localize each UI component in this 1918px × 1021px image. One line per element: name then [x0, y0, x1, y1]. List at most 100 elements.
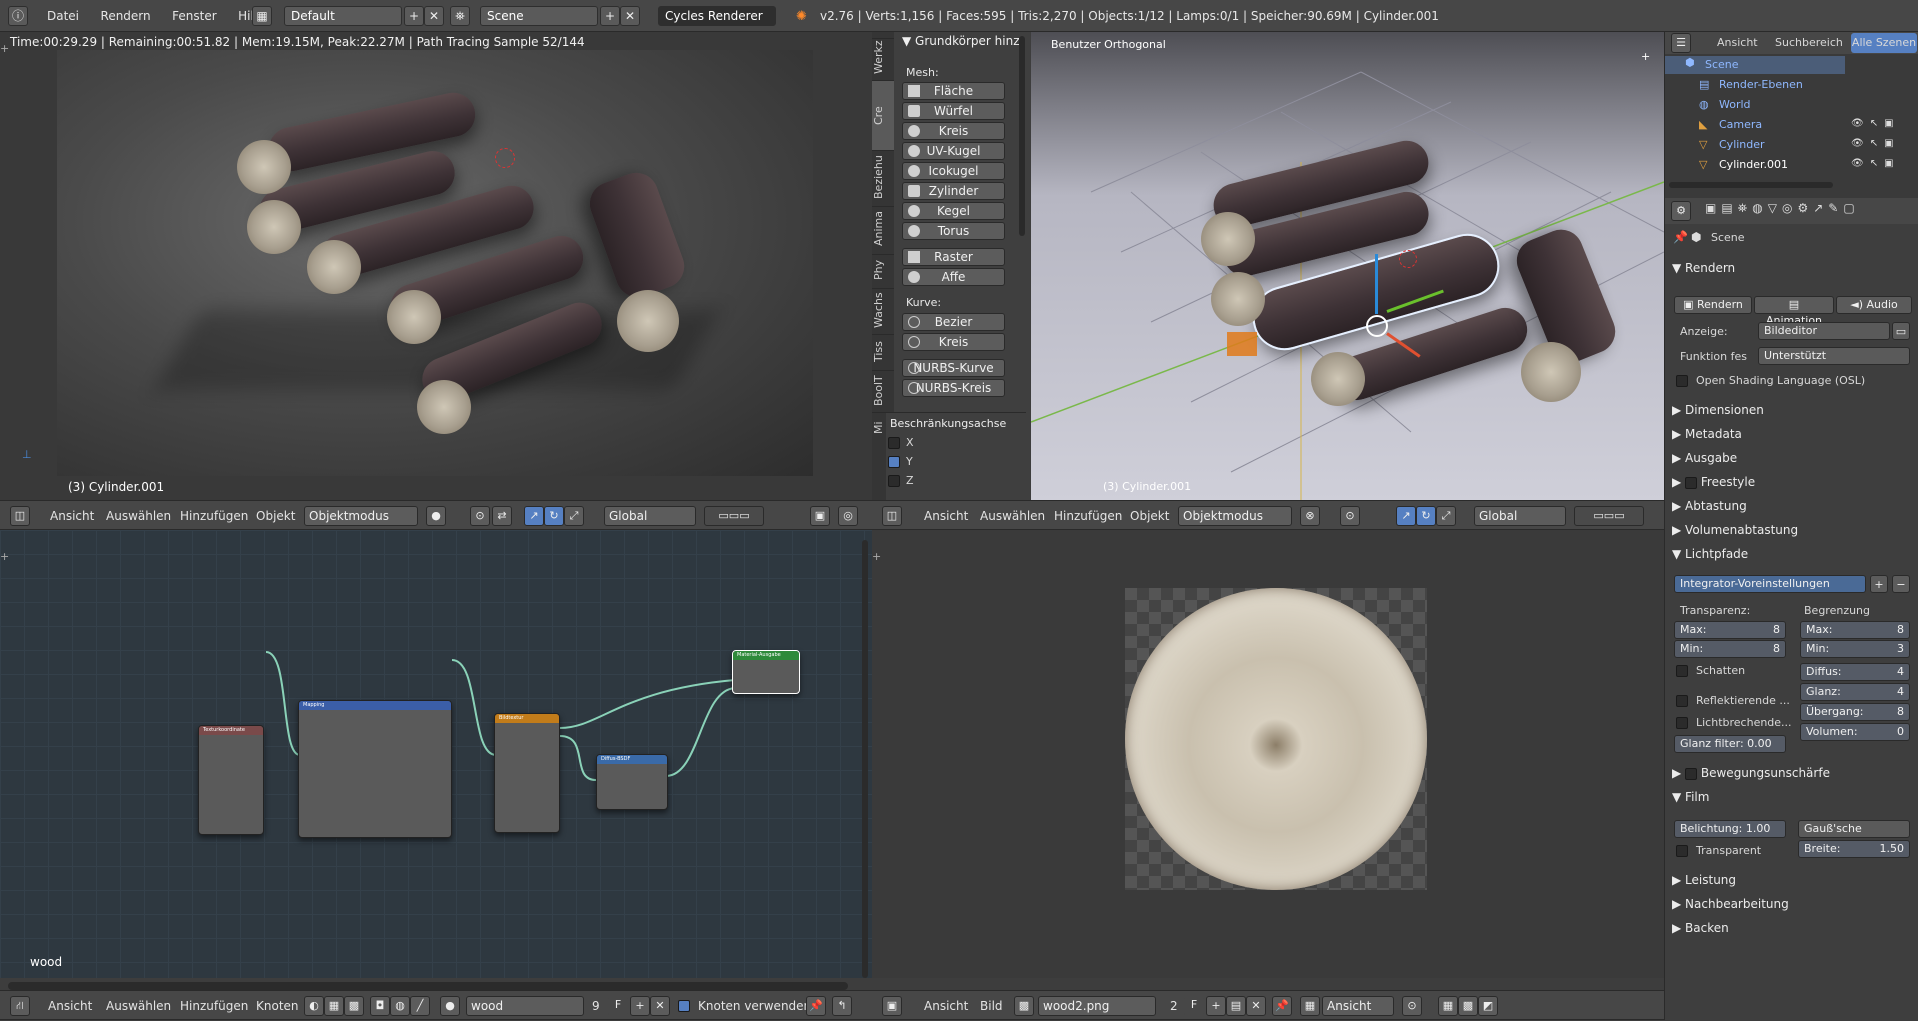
add-cylinder-button[interactable]: Zylinder: [902, 182, 1005, 200]
outliner-tab-alle-szenen[interactable]: Alle Szenen: [1851, 33, 1917, 53]
pin-icon[interactable]: 📌: [806, 996, 826, 1016]
section-metadata[interactable]: ▶ Metadata: [1672, 423, 1742, 445]
belichtung-field[interactable]: Belichtung: 1.00: [1674, 820, 1786, 838]
z-buffer-icon[interactable]: ◩: [1478, 996, 1498, 1016]
mode-select[interactable]: Objektmodus: [1178, 506, 1292, 526]
image-browse-icon[interactable]: ▩: [1014, 996, 1034, 1016]
add-nurbs-circle-button[interactable]: NURBS-Kreis: [902, 379, 1005, 397]
corner-plus-icon[interactable]: +: [0, 550, 9, 563]
add-nurbs-curve-button[interactable]: NURBS-Kurve: [902, 359, 1005, 377]
menu-rendern[interactable]: Rendern: [92, 0, 160, 32]
object-icon[interactable]: ◘: [370, 996, 390, 1016]
outliner-cylinder-label[interactable]: Cylinder: [1719, 138, 1765, 151]
tab-beziehung[interactable]: Beziehu: [872, 150, 894, 204]
volumen-field[interactable]: Volumen: 0: [1800, 723, 1910, 741]
lamp-icon[interactable]: [1227, 332, 1257, 356]
view-mode-select[interactable]: Ansicht: [1322, 996, 1394, 1016]
new-image-icon[interactable]: +: [1206, 996, 1226, 1016]
display-channels-icon[interactable]: ▦: [1438, 996, 1458, 1016]
menu-fenster[interactable]: Fenster: [163, 0, 226, 32]
editor-type-icon[interactable]: ◫: [882, 506, 902, 526]
pin-icon[interactable]: 📌: [1272, 996, 1292, 1016]
integrator-preset-select[interactable]: Integrator-Voreinstellungen: [1674, 575, 1866, 593]
breite-field[interactable]: Breite: 1.50: [1798, 840, 1910, 858]
world-icon[interactable]: ◍: [390, 996, 410, 1016]
scale-icon[interactable]: ⤢: [564, 506, 584, 526]
parent-icon[interactable]: ↰: [832, 996, 852, 1016]
node-material-output[interactable]: Material-Ausgabe: [732, 650, 800, 694]
lichtbrechende-checkbox[interactable]: [1676, 717, 1688, 729]
transparenz-max-field[interactable]: Max: 8: [1674, 621, 1786, 639]
tab-boolt[interactable]: BoolT: [872, 370, 894, 410]
3d-viewport[interactable]: Benutzer Orthogonal (3) Cylinder.001 +: [1031, 32, 1664, 500]
section-backen[interactable]: ▶ Backen: [1672, 917, 1729, 939]
menu-auswaehlen[interactable]: Auswählen: [980, 501, 1045, 531]
orientation-select[interactable]: Global: [1474, 506, 1566, 526]
begrenzung-min-field[interactable]: Min: 3: [1800, 640, 1910, 658]
add-bezier-button[interactable]: Bezier: [902, 313, 1005, 331]
pivot-icon[interactable]: ⊙: [1402, 996, 1422, 1016]
tab-tiss[interactable]: Tiss: [872, 334, 894, 368]
editor-type-icon[interactable]: ⛙: [10, 996, 30, 1016]
section-dimensionen[interactable]: ▶ Dimensionen: [1672, 399, 1764, 421]
menu-ansicht[interactable]: Ansicht: [924, 991, 968, 1021]
add-preset-icon[interactable]: +: [1870, 575, 1888, 593]
visibility-icons[interactable]: 👁↖▣: [1851, 158, 1900, 169]
section-volumenabtastung[interactable]: ▶ Volumenabtastung: [1672, 519, 1798, 541]
uebergang-field[interactable]: Übergang: 8: [1800, 703, 1910, 721]
menu-hinzufuegen[interactable]: Hinzufügen: [1054, 501, 1122, 531]
schatten-checkbox[interactable]: [1676, 665, 1688, 677]
orientation-select[interactable]: Global: [604, 506, 696, 526]
node-texture-coordinate[interactable]: Texturkoordinate: [198, 725, 264, 835]
use-nodes-checkbox[interactable]: [678, 1000, 690, 1012]
corner-plus-icon[interactable]: +: [1641, 50, 1650, 63]
outliner-renderlayers-label[interactable]: Render-Ebenen: [1719, 78, 1803, 91]
shading-icon[interactable]: ●: [426, 506, 446, 526]
texture-icon[interactable]: ▦: [324, 996, 344, 1016]
section-ausgabe[interactable]: ▶ Ausgabe: [1672, 447, 1737, 469]
editor-type-icon[interactable]: ☰: [1671, 33, 1691, 53]
add-cone-button[interactable]: Kegel: [902, 202, 1005, 220]
linestyle-icon[interactable]: ╱: [410, 996, 430, 1016]
glanz-filter-field[interactable]: Glanz filter: 0.00: [1674, 735, 1786, 753]
diffus-field[interactable]: Diffus: 4: [1800, 663, 1910, 681]
section-film[interactable]: ▼ Film: [1672, 786, 1709, 808]
add-icosphere-button[interactable]: Icokugel: [902, 162, 1005, 180]
render-engine-select[interactable]: Cycles Renderer: [658, 6, 776, 26]
layers-icon[interactable]: ▭▭▭: [1574, 506, 1644, 526]
fake-user-button[interactable]: F: [608, 996, 628, 1016]
tool-scrollbar[interactable]: [1019, 36, 1025, 236]
funktion-select[interactable]: Unterstützt: [1758, 347, 1910, 365]
outliner-tab-ansicht[interactable]: Ansicht: [1717, 36, 1758, 49]
manipulator-icon[interactable]: ⇄: [492, 506, 512, 526]
add-curve-circle-button[interactable]: Kreis: [902, 333, 1005, 351]
editor-type-icon[interactable]: ⚙: [1671, 201, 1691, 221]
outliner-world-label[interactable]: World: [1719, 98, 1751, 111]
translate-icon[interactable]: ↗: [524, 506, 544, 526]
node-diffuse-bsdf[interactable]: Diffus-BSDF: [596, 754, 668, 810]
shading-icon[interactable]: ⊗: [1300, 506, 1320, 526]
render-preview-icon[interactable]: ▣: [810, 506, 830, 526]
snap-icon[interactable]: ◎: [838, 506, 858, 526]
section-rendern[interactable]: ▼ Rendern: [1672, 257, 1735, 279]
tool-panel-header[interactable]: ▼ Grundkörper hinz: [902, 34, 1020, 48]
menu-bild[interactable]: Bild: [980, 991, 1003, 1021]
outliner-camera-label[interactable]: Camera: [1719, 118, 1762, 131]
tab-werkzeuge[interactable]: Werkz: [872, 38, 894, 76]
freestyle-checkbox[interactable]: [1685, 476, 1698, 489]
menu-datei[interactable]: Datei: [38, 0, 88, 32]
filter-type-select[interactable]: Gauß'sche: [1798, 820, 1910, 838]
transform-widget-icon[interactable]: [1366, 315, 1388, 337]
menu-objekt[interactable]: Objekt: [256, 501, 295, 531]
add-monkey-button[interactable]: Affe: [902, 268, 1005, 286]
visibility-icons[interactable]: 👁↖▣: [1851, 138, 1900, 149]
properties-context-icons[interactable]: ▣▤⛯◍▽◎⚙↗✎▢: [1705, 201, 1860, 216]
anzeige-select[interactable]: Bildeditor: [1758, 322, 1890, 340]
osl-checkbox[interactable]: [1676, 375, 1688, 387]
node-editor[interactable]: Texturkoordinate Mapping Bildtextur Diff…: [0, 530, 872, 978]
add-circle-button[interactable]: Kreis: [902, 122, 1005, 140]
corner-plus-icon[interactable]: +: [0, 42, 9, 55]
node-hscrollbar[interactable]: [8, 982, 848, 990]
window-icon[interactable]: ▭: [1892, 322, 1910, 340]
image-name-field[interactable]: wood2.png: [1038, 996, 1156, 1016]
